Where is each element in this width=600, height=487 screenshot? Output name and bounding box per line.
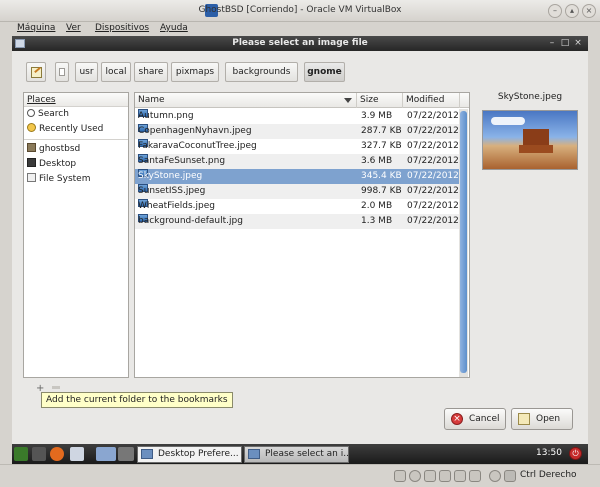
display-icon[interactable] (469, 470, 481, 482)
desktop-icon (27, 158, 36, 167)
column-size[interactable]: Size (357, 93, 403, 108)
firefox-icon[interactable] (50, 447, 64, 461)
mouse-integration-icon[interactable] (489, 470, 501, 482)
places-header[interactable]: Places (24, 93, 128, 107)
hard-disk-icon[interactable] (394, 470, 406, 482)
place-search[interactable]: Search (24, 107, 128, 122)
places-sidebar: Places Search Recently Used ghostbsd Des… (23, 92, 129, 378)
task-desktop-preferences[interactable]: Desktop Prefere... (137, 446, 242, 463)
window-icon (141, 449, 153, 459)
maximize-button[interactable]: ▴ (565, 4, 579, 18)
pencil-icon (30, 67, 42, 78)
menu-dispositivos[interactable]: Dispositivos (95, 23, 149, 33)
preview-filename: SkyStone.jpeg (497, 92, 563, 102)
start-menu-icon[interactable] (14, 447, 28, 461)
scroll-arrow-icon (59, 68, 65, 76)
file-row[interactable]: SantaFeSunset.png 3.6 MB 07/22/2012 (135, 154, 460, 169)
recent-icon (27, 123, 36, 132)
file-list-scrollbar[interactable] (459, 109, 468, 377)
file-manager-icon[interactable] (70, 447, 84, 461)
place-ghostbsd[interactable]: ghostbsd (24, 142, 128, 157)
dialog-title: Please select an image file (232, 38, 368, 48)
file-row[interactable]: WheatFields.jpeg 2.0 MB 07/22/2012 (135, 199, 460, 214)
menu-maquina[interactable]: Máquina (17, 23, 55, 33)
path-scroll-left-button[interactable] (55, 62, 69, 82)
type-location-button[interactable] (26, 62, 46, 82)
minimize-button[interactable]: – (548, 4, 562, 18)
optical-drive-icon[interactable] (409, 470, 421, 482)
vbox-titlebar: GhostBSD [Corriendo] - Oracle VM Virtual… (0, 0, 600, 22)
network-icon[interactable] (454, 470, 466, 482)
vbox-statusbar: Ctrl Derecho (0, 464, 600, 487)
open-button[interactable]: Open (511, 408, 573, 430)
workspace-1[interactable] (96, 447, 116, 461)
power-icon[interactable]: ⏻ (569, 447, 582, 460)
path-button-local[interactable]: local (101, 62, 131, 82)
menu-ayuda[interactable]: Ayuda (160, 23, 188, 33)
usb-icon[interactable] (424, 470, 436, 482)
clock: 13:50 (536, 448, 562, 458)
file-row[interactable]: Autumn.png 3.9 MB 07/22/2012 (135, 109, 460, 124)
drive-icon (27, 173, 36, 182)
column-modified[interactable]: Modified (403, 93, 460, 108)
window-icon (248, 449, 260, 459)
vbox-window-title: GhostBSD [Corriendo] - Oracle VM Virtual… (198, 5, 402, 15)
path-button-backgrounds[interactable]: backgrounds (225, 62, 298, 82)
workspace-2[interactable] (118, 447, 134, 461)
open-file-icon (518, 413, 530, 425)
scrollbar-thumb[interactable] (460, 111, 467, 373)
close-button[interactable]: × (582, 4, 596, 18)
vbox-menubar: Máquina Ver Dispositivos Ayuda (0, 22, 600, 36)
search-icon (27, 109, 35, 117)
dialog-maximize-button[interactable]: □ (560, 38, 570, 49)
task-select-image[interactable]: Please select an i... (244, 446, 349, 463)
sort-descending-icon (344, 98, 352, 103)
path-button-gnome[interactable]: gnome (304, 62, 345, 82)
host-key-label: Ctrl Derecho (520, 470, 577, 480)
terminal-icon[interactable] (32, 447, 46, 461)
tooltip: Add the current folder to the bookmarks (41, 392, 233, 408)
guest-screen: Please select an image file – □ × usr lo… (12, 36, 588, 464)
column-name[interactable]: Name (135, 93, 357, 108)
home-folder-icon (27, 143, 36, 152)
file-row[interactable]: SunsetISS.jpeg 998.7 KB 07/22/2012 (135, 184, 460, 199)
places-divider (24, 139, 128, 140)
path-button-pixmaps[interactable]: pixmaps (171, 62, 219, 82)
menu-ver[interactable]: Ver (66, 23, 81, 33)
column-headers: Name Size Modified (135, 93, 469, 108)
shared-folders-icon[interactable] (439, 470, 451, 482)
file-row[interactable]: CopenhagenNyhavn.jpeg 287.7 KB 07/22/201… (135, 124, 460, 139)
file-row-selected[interactable]: SkyStone.jpeg 345.4 KB 07/22/2012 (135, 169, 460, 184)
file-list: Name Size Modified Autumn.png 3.9 MB 07/… (134, 92, 470, 378)
place-desktop[interactable]: Desktop (24, 157, 128, 172)
host-key-icon (504, 470, 516, 482)
cancel-icon: × (451, 413, 463, 425)
dialog-titlebar: Please select an image file – □ × (12, 36, 588, 51)
file-row[interactable]: background-default.jpg 1.3 MB 07/22/2012 (135, 214, 460, 229)
dialog-close-button[interactable]: × (573, 38, 583, 49)
file-row[interactable]: FakaravaCoconutTree.jpeg 327.7 KB 07/22/… (135, 139, 460, 154)
path-button-share[interactable]: share (134, 62, 168, 82)
cancel-button[interactable]: × Cancel (444, 408, 506, 430)
dialog-minimize-button[interactable]: – (547, 38, 557, 49)
remove-bookmark-button[interactable] (52, 386, 60, 389)
place-file-system[interactable]: File System (24, 172, 128, 187)
place-recently-used[interactable]: Recently Used (24, 122, 128, 137)
guest-taskbar: Desktop Prefere... Please select an i...… (12, 444, 588, 464)
preview-image (482, 110, 578, 170)
path-button-usr[interactable]: usr (75, 62, 98, 82)
